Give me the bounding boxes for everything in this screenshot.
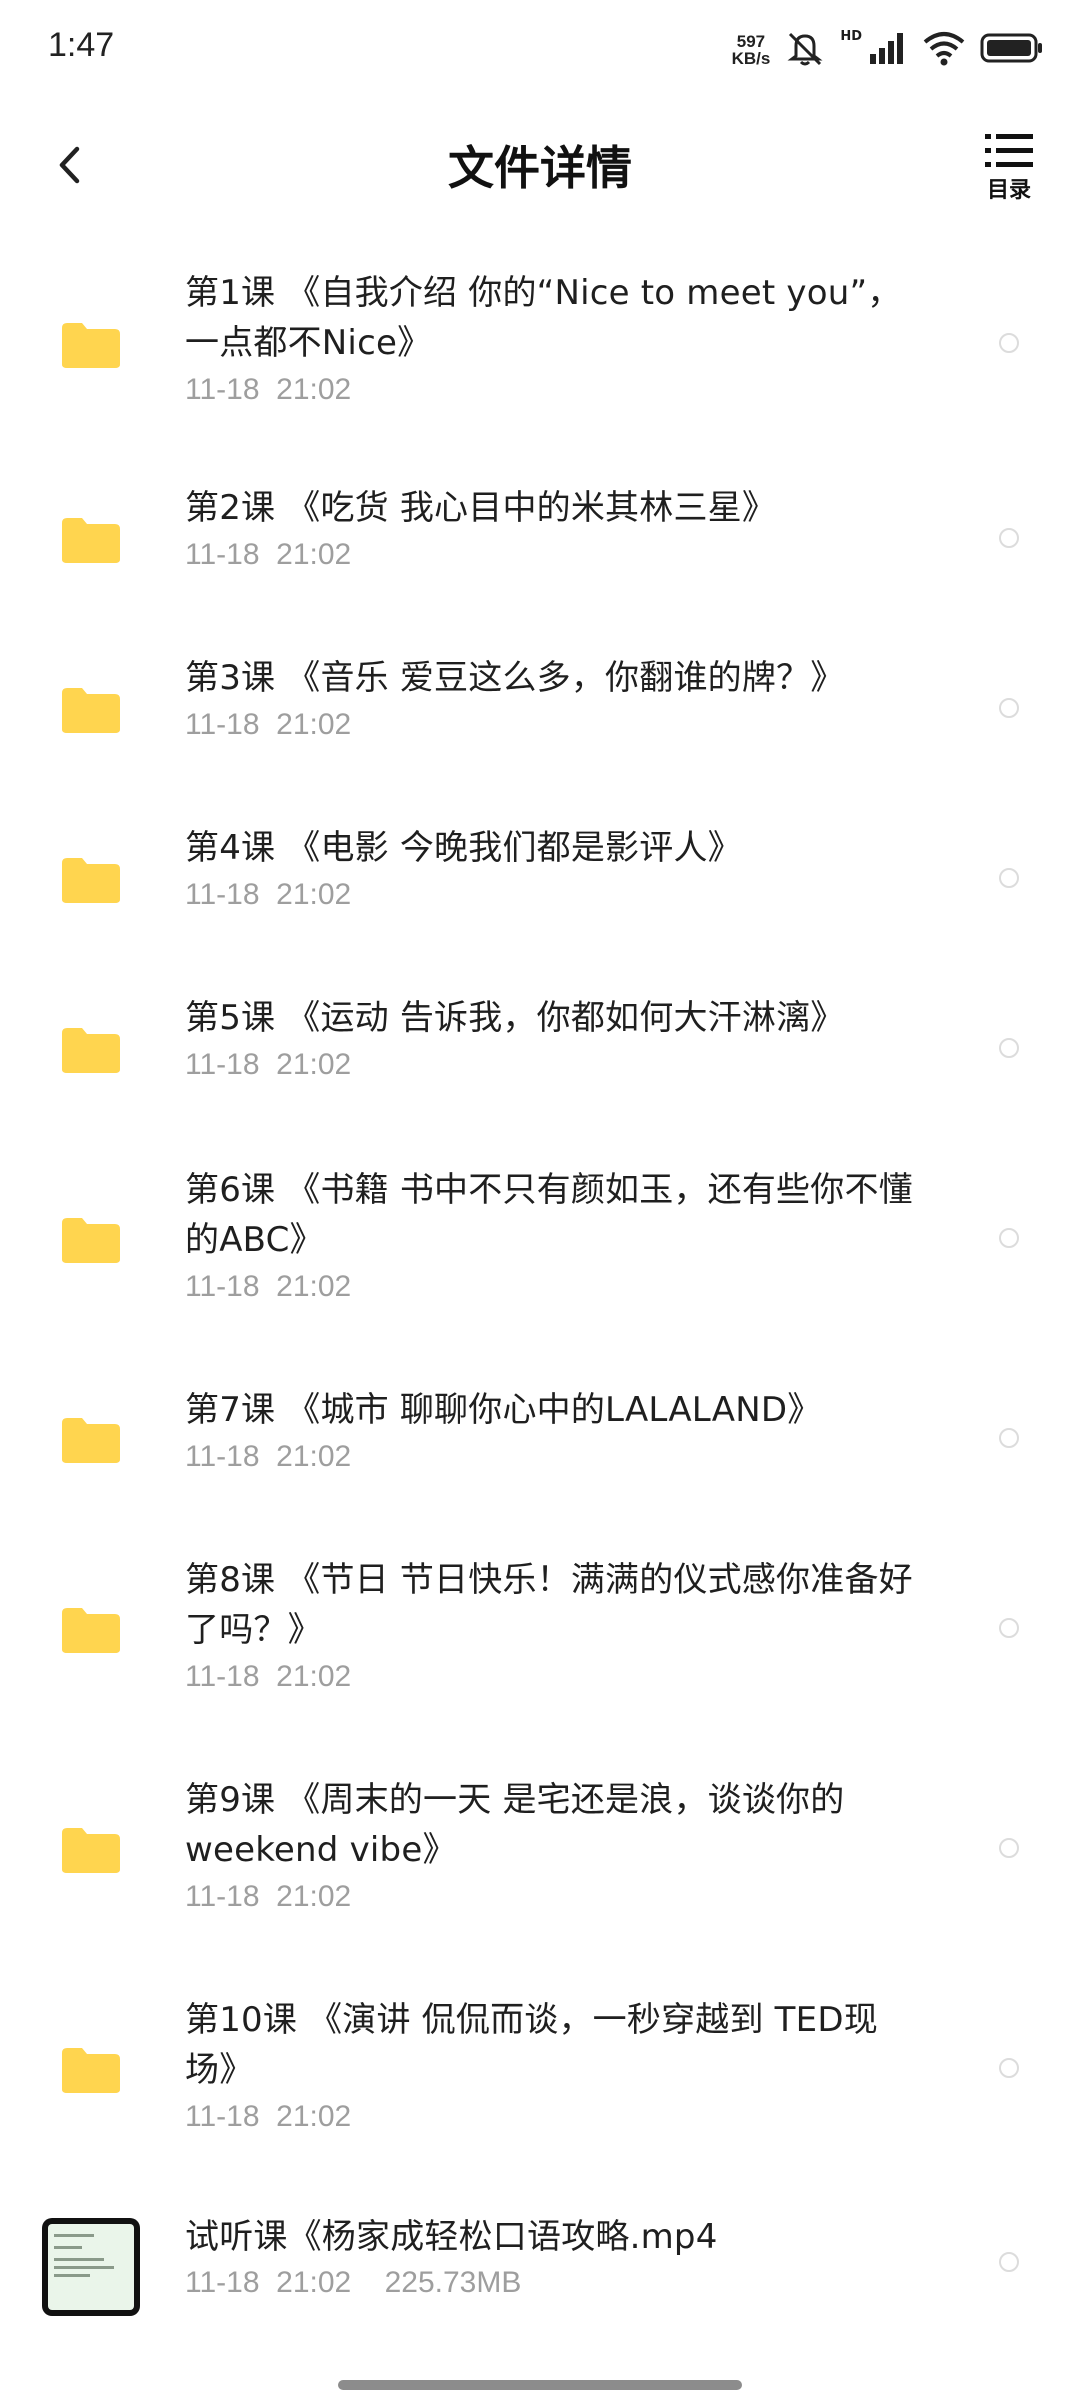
file-meta: 11-18 21:02	[185, 1048, 352, 1081]
file-meta: 11-18 21:02	[185, 1440, 352, 1473]
file-name: 试听课《杨家成轻松口语攻略.mp4	[185, 2217, 718, 2257]
file-meta: 11-18 21:02	[185, 1880, 352, 1913]
file-meta: 11-18 21:02	[185, 373, 352, 406]
folder-icon	[60, 1605, 122, 1655]
folder-icon	[60, 1825, 122, 1875]
network-speed-unit: KB/s	[731, 49, 771, 68]
select-radio[interactable]	[999, 868, 1019, 888]
file-list-item[interactable]: 第4课 《电影 今晚我们都是影评人》 11-18 21:02	[0, 810, 1080, 938]
folder-icon	[60, 320, 122, 370]
network-speed-value: 597	[736, 32, 766, 51]
battery-icon	[980, 32, 1044, 68]
file-name: 第9课 《周末的一天 是宅还是浪，谈谈你的weekend vibe》	[185, 1780, 845, 1870]
select-radio[interactable]	[999, 1428, 1019, 1448]
folder-icon	[60, 685, 122, 735]
select-radio[interactable]	[999, 528, 1019, 548]
select-radio[interactable]	[999, 2058, 1019, 2078]
file-list-item[interactable]: 试听课《杨家成轻松口语攻略.mp4 11-18 21:02 225.73MB	[0, 2200, 1080, 2328]
wifi-icon	[922, 30, 966, 70]
folder-icon	[60, 855, 122, 905]
hd-badge: HD	[840, 28, 862, 44]
file-meta: 11-18 21:02	[185, 538, 352, 571]
network-speed: 597 KB/s	[732, 33, 771, 67]
file-meta: 11-18 21:02	[185, 1270, 352, 1303]
select-radio[interactable]	[999, 1038, 1019, 1058]
folder-icon	[60, 2045, 122, 2095]
file-name: 第3课 《音乐 爱豆这么多，你翻谁的牌？》	[185, 658, 845, 698]
file-list-item[interactable]: 第10课 《演讲 侃侃而谈，一秒穿越到 TED现场》 11-18 21:02	[0, 1980, 1080, 2160]
toc-button[interactable]: 目录	[974, 132, 1044, 208]
mute-icon	[784, 28, 826, 72]
file-list-item[interactable]: 第1课 《自我介绍 你的“Nice to meet you”，一点都不Nice》…	[0, 255, 1080, 433]
file-meta: 11-18 21:02	[185, 708, 352, 741]
file-list-item[interactable]: 第7课 《城市 聊聊你心中的LALALAND》 11-18 21:02	[0, 1370, 1080, 1498]
folder-icon	[60, 1415, 122, 1465]
status-bar: 1:47 597 KB/s HD	[0, 0, 1080, 100]
file-meta: 11-18 21:02	[185, 878, 352, 911]
home-indicator[interactable]	[338, 2380, 742, 2390]
file-name: 第5课 《运动 告诉我，你都如何大汗淋漓》	[185, 998, 845, 1038]
file-list-item[interactable]: 第5课 《运动 告诉我，你都如何大汗淋漓》 11-18 21:02	[0, 980, 1080, 1108]
status-time: 1:47	[48, 26, 115, 64]
header: 文件详情 目录	[0, 110, 1080, 220]
file-name: 第1课 《自我介绍 你的“Nice to meet you”，一点都不Nice》	[185, 273, 902, 363]
select-radio[interactable]	[999, 1618, 1019, 1638]
file-name: 第4课 《电影 今晚我们都是影评人》	[185, 828, 742, 868]
file-list-item[interactable]: 第8课 《节日 节日快乐！满满的仪式感你准备好了吗？》 11-18 21:02	[0, 1540, 1080, 1720]
folder-icon	[60, 1215, 122, 1265]
signal-icon	[868, 30, 908, 70]
file-meta: 11-18 21:02 225.73MB	[185, 2266, 522, 2299]
select-radio[interactable]	[999, 1838, 1019, 1858]
list-icon	[985, 134, 1033, 167]
file-name: 第6课 《书籍 书中不只有颜如玉，还有些你不懂的ABC》	[185, 1170, 913, 1260]
select-radio[interactable]	[999, 698, 1019, 718]
file-name: 第2课 《吃货 我心目中的米其林三星》	[185, 488, 777, 528]
file-list-item[interactable]: 第6课 《书籍 书中不只有颜如玉，还有些你不懂的ABC》 11-18 21:02	[0, 1150, 1080, 1330]
folder-icon	[60, 515, 122, 565]
select-radio[interactable]	[999, 1228, 1019, 1248]
page-title: 文件详情	[448, 141, 632, 195]
file-name: 第8课 《节日 节日快乐！满满的仪式感你准备好了吗？》	[185, 1560, 913, 1650]
file-name: 第10课 《演讲 侃侃而谈，一秒穿越到 TED现场》	[185, 2000, 878, 2090]
video-thumbnail-icon	[42, 2218, 140, 2316]
file-list-item[interactable]: 第3课 《音乐 爱豆这么多，你翻谁的牌？》 11-18 21:02	[0, 640, 1080, 768]
select-radio[interactable]	[999, 2252, 1019, 2272]
select-radio[interactable]	[999, 333, 1019, 353]
status-icons: 597 KB/s HD	[732, 26, 1044, 74]
file-list-item[interactable]: 第9课 《周末的一天 是宅还是浪，谈谈你的weekend vibe》 11-18 …	[0, 1760, 1080, 1940]
file-meta: 11-18 21:02	[185, 1660, 352, 1693]
folder-icon	[60, 1025, 122, 1075]
file-list-item[interactable]: 第2课 《吃货 我心目中的米其林三星》 11-18 21:02	[0, 470, 1080, 598]
toc-label: 目录	[986, 178, 1031, 203]
file-name: 第7课 《城市 聊聊你心中的LALALAND》	[185, 1390, 822, 1430]
file-meta: 11-18 21:02	[185, 2100, 352, 2133]
